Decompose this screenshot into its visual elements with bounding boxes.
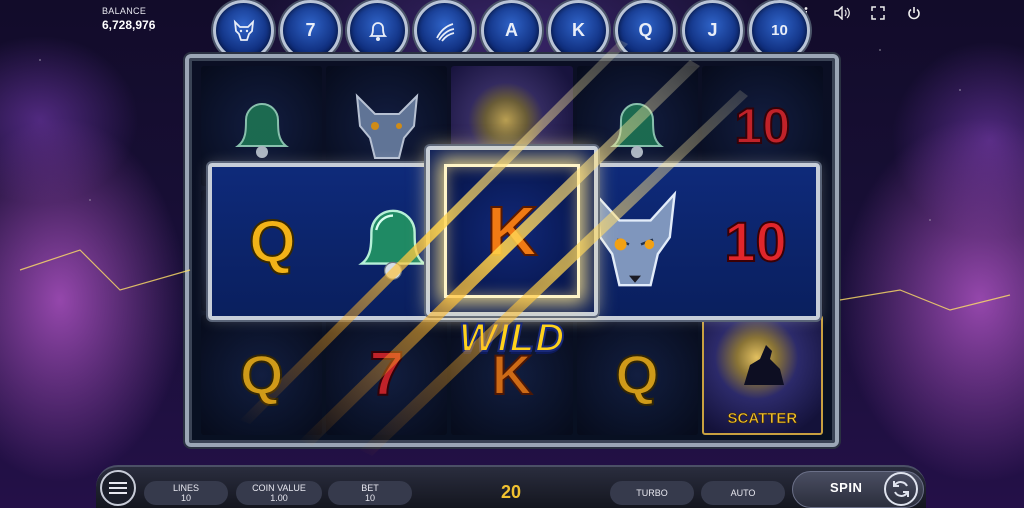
- total-bet-display: 20: [500, 482, 522, 502]
- reel-cell-scatter: SCATTER: [701, 314, 823, 435]
- bell-icon: [610, 103, 665, 159]
- paytable-ten-icon[interactable]: 10: [749, 0, 810, 61]
- q-symbol: Q: [248, 207, 297, 275]
- ten-symbol: 10: [734, 98, 792, 155]
- paytable-j-label: J: [707, 20, 718, 40]
- wild-label: WILD: [458, 315, 566, 361]
- menu-button[interactable]: [100, 470, 136, 506]
- paytable-a-icon[interactable]: A: [481, 0, 542, 61]
- paytable-q-icon[interactable]: Q: [615, 0, 676, 61]
- paytable-wolf-icon[interactable]: [213, 0, 274, 61]
- lines-value: 10: [180, 493, 191, 503]
- paytable-claw-icon[interactable]: [414, 0, 475, 61]
- bet-selector[interactable]: BET 10: [328, 481, 412, 505]
- coin-value: 1.00: [270, 493, 288, 503]
- auto-button[interactable]: AUTO: [701, 481, 785, 505]
- scatter-label: SCATTER: [727, 410, 798, 428]
- reel-cell-seven: 7: [326, 314, 448, 435]
- lines-selector[interactable]: LINES 10: [144, 481, 228, 505]
- wild-symbol-frame: K: [426, 146, 598, 316]
- balance-display: BALANCE 6,728,976: [102, 6, 155, 32]
- top-toolbar: [796, 4, 924, 22]
- paytable-k-icon[interactable]: K: [548, 0, 609, 61]
- wolf-icon: [355, 93, 419, 160]
- q-symbol: Q: [614, 342, 660, 406]
- paytable-symbols: 7 A K Q J 10: [213, 0, 810, 61]
- reel-cell-q: Q: [201, 314, 323, 435]
- turbo-label: TURBO: [636, 488, 668, 498]
- spin-refresh-icon[interactable]: [884, 472, 918, 506]
- paytable-bell-icon[interactable]: [347, 0, 408, 61]
- ten-symbol: 10: [723, 209, 787, 273]
- bell-icon: [234, 103, 289, 159]
- balance-value: 6,728,976: [102, 18, 156, 32]
- spin-label: SPIN: [830, 480, 863, 495]
- power-icon[interactable]: [904, 4, 924, 22]
- bet-value: 10: [364, 493, 375, 503]
- howling-wolf-icon: [743, 344, 784, 385]
- paytable-a-label: A: [505, 20, 518, 40]
- hamburger-icon: [109, 482, 127, 494]
- bet-label: BET: [361, 483, 379, 493]
- q-symbol: Q: [239, 342, 285, 406]
- paytable-j-icon[interactable]: J: [682, 0, 743, 61]
- coin-value-label: COIN VALUE: [252, 483, 306, 493]
- k-symbol: K: [486, 192, 539, 270]
- wild-highlight: K: [444, 164, 580, 298]
- reel-cell-q: Q: [576, 314, 698, 435]
- paytable-seven-label: 7: [305, 20, 316, 40]
- coin-value-selector[interactable]: COIN VALUE 1.00: [236, 481, 322, 505]
- auto-label: AUTO: [730, 488, 756, 498]
- win-cell-q: Q: [212, 167, 333, 316]
- lines-label: LINES: [172, 483, 199, 493]
- win-cell-ten: 10: [695, 167, 816, 316]
- fullscreen-icon[interactable]: [868, 4, 888, 22]
- sound-icon[interactable]: [832, 4, 852, 22]
- paytable-ten-label: 10: [771, 22, 788, 39]
- balance-label: BALANCE: [102, 6, 147, 16]
- paytable-seven-icon[interactable]: 7: [280, 0, 341, 61]
- paytable-q-label: Q: [638, 20, 653, 40]
- seven-symbol: 7: [369, 339, 406, 409]
- paytable-k-label: K: [572, 20, 585, 40]
- turbo-button[interactable]: TURBO: [610, 481, 694, 505]
